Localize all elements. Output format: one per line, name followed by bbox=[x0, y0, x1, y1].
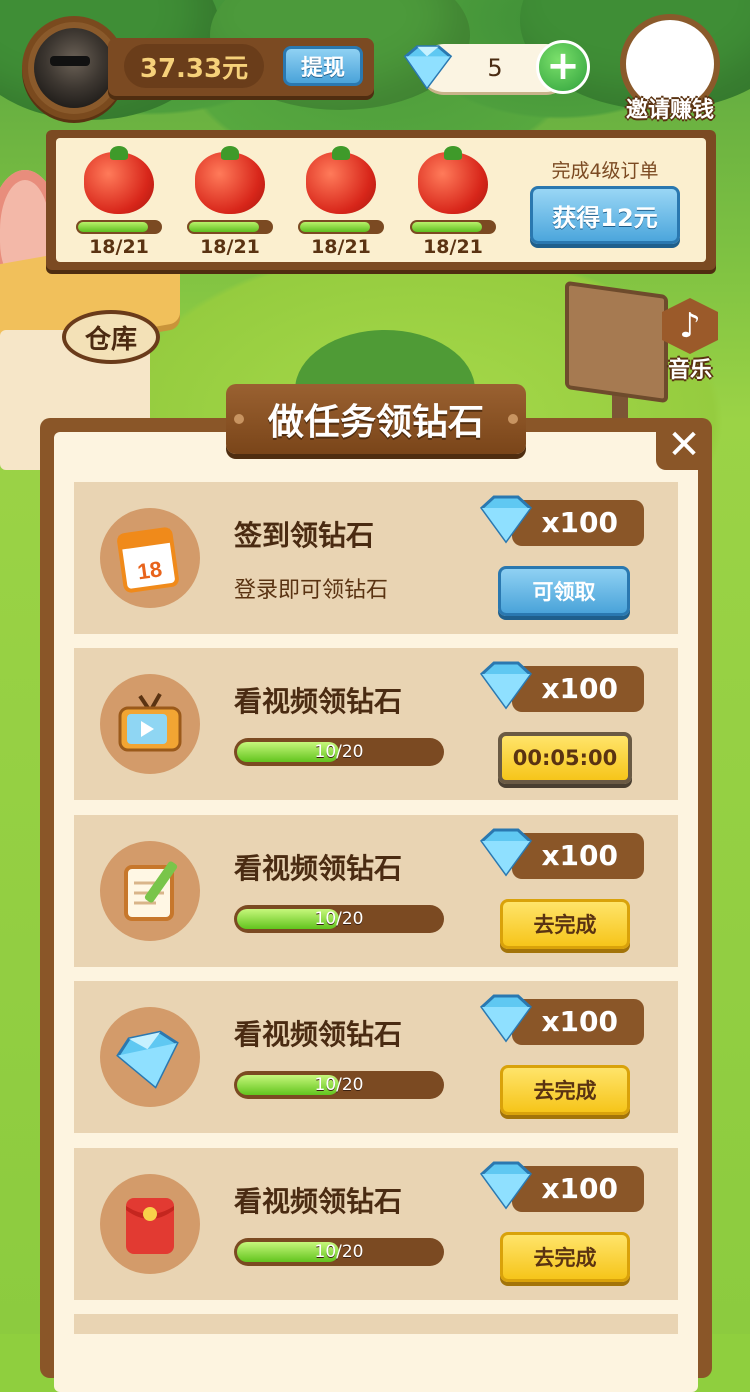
pepper-stem bbox=[110, 146, 128, 160]
task-title: 看视频领钻石 bbox=[234, 852, 403, 885]
task-title: 看视频领钻石 bbox=[234, 1185, 403, 1218]
dialog-title: 做任务领钻石 bbox=[226, 384, 526, 454]
task-progress-label: 10/20 bbox=[314, 1242, 364, 1262]
order-item: 18/21 bbox=[76, 146, 162, 266]
pepper-icon bbox=[195, 152, 265, 214]
go-complete-button[interactable]: 去完成 bbox=[500, 899, 630, 949]
music-label[interactable]: 音乐 bbox=[650, 352, 730, 384]
diamond-icon bbox=[479, 994, 533, 1043]
diamond-icon bbox=[403, 45, 453, 90]
claim-order-reward-button[interactable]: 获得12元 bbox=[530, 186, 680, 244]
svg-text:18: 18 bbox=[136, 556, 164, 584]
pepper-stem bbox=[221, 146, 239, 160]
red-envelope-icon bbox=[126, 1198, 174, 1254]
pepper-stem bbox=[332, 146, 350, 160]
balance-value: 37.33元 bbox=[124, 44, 264, 88]
task-progress-label: 10/20 bbox=[314, 1075, 364, 1095]
task-row: 看视频领钻石 10/20 x100 去完成 bbox=[74, 815, 678, 967]
order-progress-bar bbox=[298, 220, 384, 234]
task-icon-bg: 18 bbox=[100, 508, 200, 608]
task-icon-bg bbox=[100, 674, 200, 774]
task-row: 看视频领钻石 10/20 x100 00:05:00 bbox=[74, 648, 678, 800]
invite-label[interactable]: 邀请赚钱 bbox=[610, 92, 730, 124]
order-progress-fill bbox=[189, 222, 260, 232]
task-progress-bar: 10/20 bbox=[234, 738, 444, 766]
warehouse-sign[interactable]: 仓库 bbox=[62, 310, 160, 364]
countdown-button[interactable]: 00:05:00 bbox=[498, 732, 632, 784]
order-progress-label: 18/21 bbox=[311, 236, 371, 258]
withdraw-button[interactable]: 提现 bbox=[283, 46, 363, 86]
notepad-icon bbox=[124, 861, 178, 921]
task-row: 18 签到领钻石 登录即可领钻石 x100 可领取 bbox=[74, 482, 678, 634]
task-progress-bar: 10/20 bbox=[234, 1071, 444, 1099]
order-item: 18/21 bbox=[298, 146, 384, 266]
order-item: 18/21 bbox=[187, 146, 273, 266]
avatar-photo bbox=[34, 28, 114, 108]
order-progress-bar bbox=[187, 220, 273, 234]
order-progress-label: 18/21 bbox=[423, 236, 483, 258]
task-progress-label: 10/20 bbox=[314, 909, 364, 929]
add-gems-button[interactable]: + bbox=[536, 40, 590, 94]
order-item: 18/21 bbox=[410, 146, 496, 266]
diamond-icon bbox=[479, 1161, 533, 1210]
pepper-stem bbox=[444, 146, 462, 160]
order-progress-label: 18/21 bbox=[200, 236, 260, 258]
diamond-icon bbox=[479, 495, 533, 544]
diamond-icon bbox=[116, 1030, 179, 1089]
task-progress-label: 10/20 bbox=[314, 742, 364, 762]
order-caption: 完成4级订单 bbox=[551, 160, 659, 182]
task-icon-bg bbox=[100, 841, 200, 941]
task-row: 看视频领钻石 10/20 x100 去完成 bbox=[74, 981, 678, 1133]
pepper-icon bbox=[418, 152, 488, 214]
order-progress-fill bbox=[412, 222, 483, 232]
calendar-icon: 18 bbox=[117, 527, 179, 593]
task-icon-bg bbox=[100, 1007, 200, 1107]
order-progress-label: 18/21 bbox=[89, 236, 149, 258]
task-subtitle: 登录即可领钻石 bbox=[234, 578, 389, 603]
order-progress-bar bbox=[76, 220, 162, 234]
diamond-icon bbox=[479, 661, 533, 710]
task-title: 签到领钻石 bbox=[234, 519, 375, 552]
task-progress-bar: 10/20 bbox=[234, 1238, 444, 1266]
gem-count: 5 bbox=[487, 54, 503, 82]
avatar-glasses bbox=[50, 56, 90, 66]
close-button[interactable]: ✕ bbox=[656, 420, 712, 470]
task-title: 看视频领钻石 bbox=[234, 685, 403, 718]
order-progress-bar bbox=[410, 220, 496, 234]
order-progress-fill bbox=[300, 222, 371, 232]
go-complete-button[interactable]: 去完成 bbox=[500, 1232, 630, 1282]
task-progress-bar: 10/20 bbox=[234, 905, 444, 933]
task-title: 看视频领钻石 bbox=[234, 1018, 403, 1051]
tv-icon bbox=[118, 693, 182, 752]
order-progress-fill bbox=[78, 222, 149, 232]
claim-button[interactable]: 可领取 bbox=[498, 566, 630, 616]
task-icon-bg bbox=[100, 1174, 200, 1274]
pepper-icon bbox=[84, 152, 154, 214]
signpost-board bbox=[565, 280, 668, 404]
task-row bbox=[74, 1314, 678, 1334]
diamond-icon bbox=[479, 828, 533, 877]
task-row: 看视频领钻石 10/20 x100 去完成 bbox=[74, 1148, 678, 1300]
pepper-icon bbox=[306, 152, 376, 214]
go-complete-button[interactable]: 去完成 bbox=[500, 1065, 630, 1115]
